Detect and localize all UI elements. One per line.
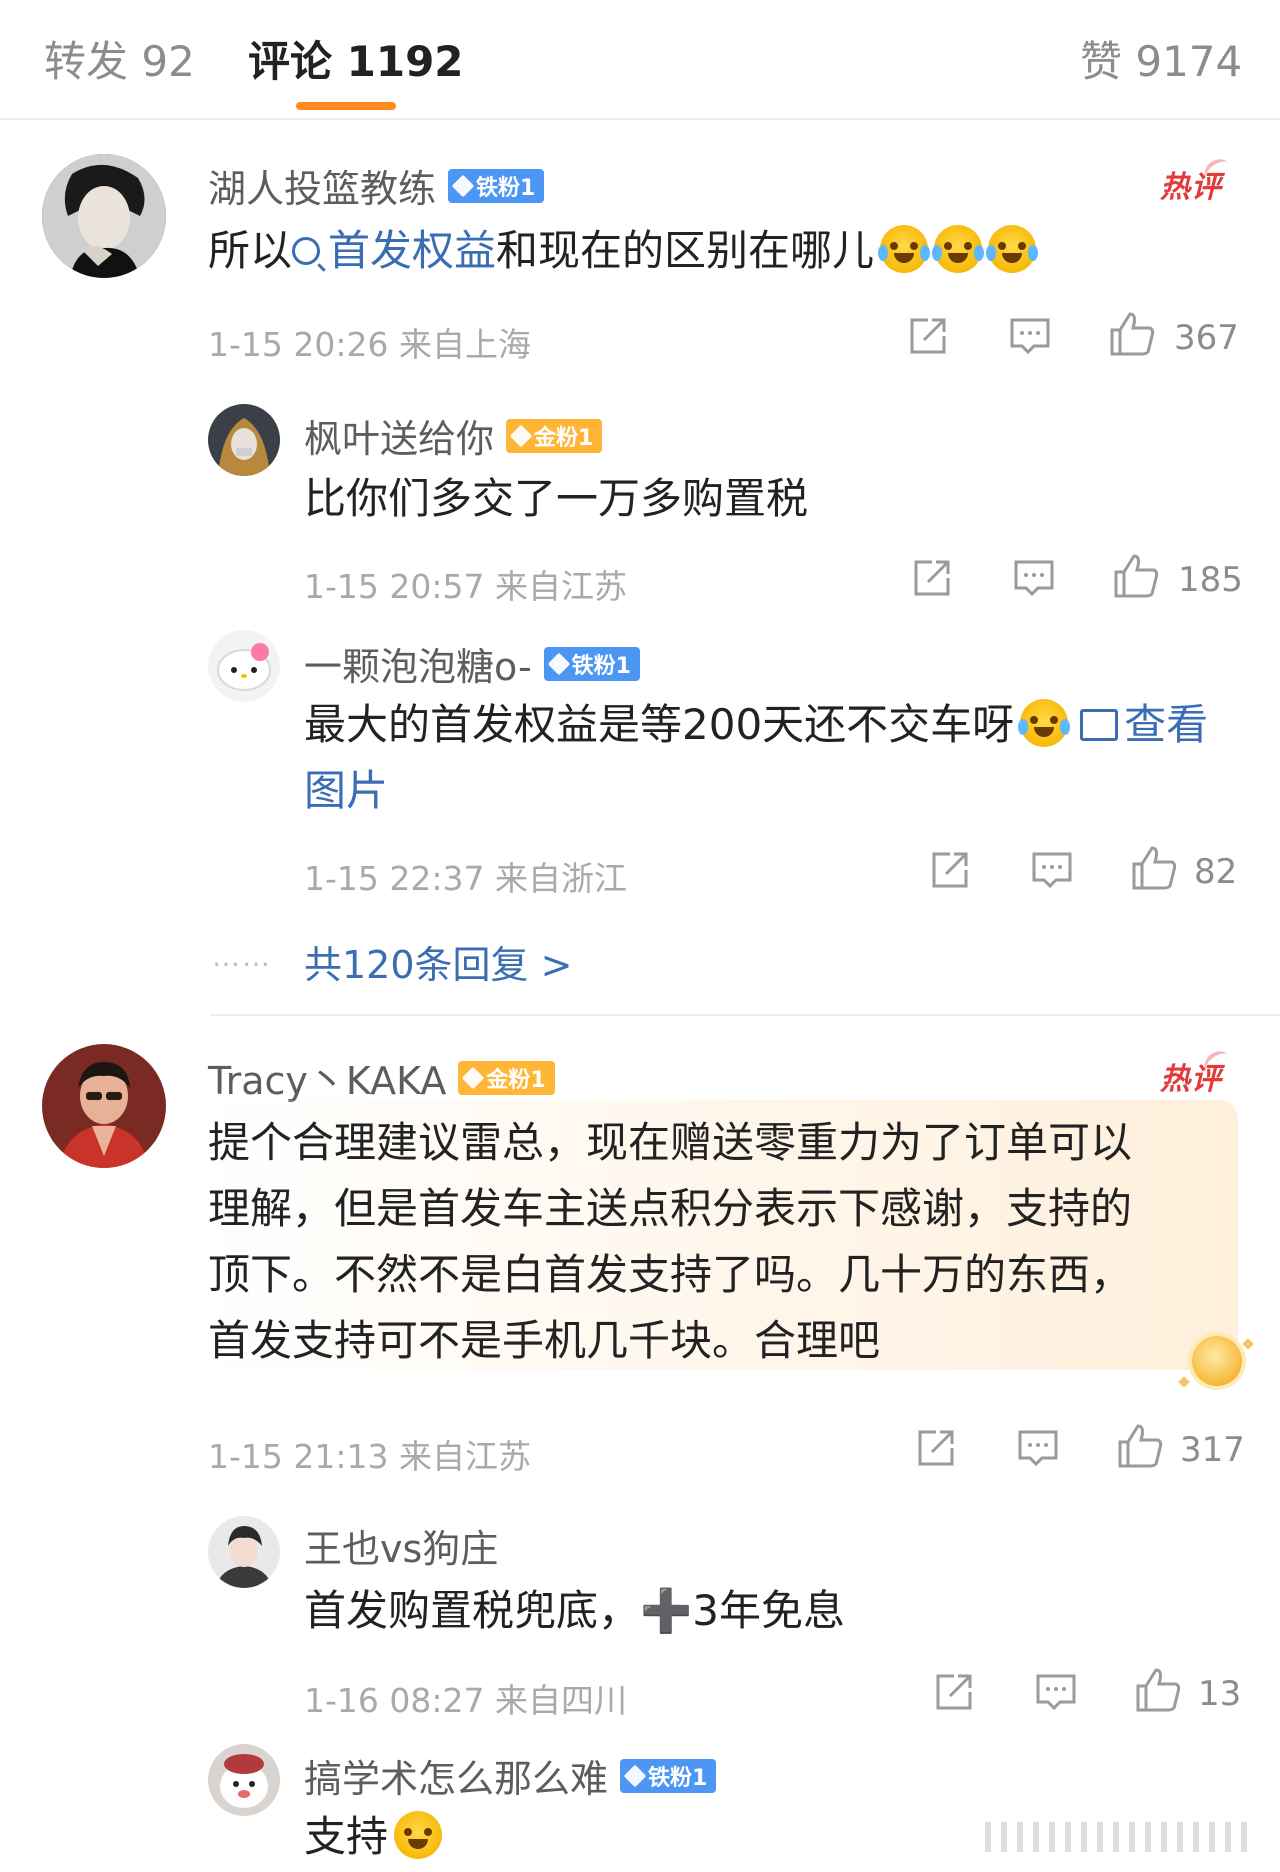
comment-text-line: 首发支持可不是手机几千块。合理吧 — [208, 1316, 881, 1365]
avatar[interactable] — [208, 404, 280, 476]
crying-emoji-icon — [1018, 699, 1071, 747]
like-thumb-icon[interactable] — [1116, 1422, 1164, 1470]
share-icon[interactable] — [932, 1670, 976, 1714]
username-text[interactable]: 湖人投篮教练 — [208, 158, 436, 213]
laughing-crying-emoji-icon — [932, 225, 985, 273]
comment-text: 提个合理建议雷总，现在赠送零重力为了订单可以 理解，但是首发车主送点积分表示下感… — [208, 1110, 1248, 1374]
comment-text: 所以 首发权益和现在的区别在哪儿 — [208, 218, 1248, 284]
avatar[interactable] — [208, 630, 280, 702]
laughing-crying-emoji-icon — [878, 225, 931, 273]
comment-text-part: 所以 — [208, 226, 293, 275]
share-icon[interactable] — [914, 1426, 958, 1470]
reply-actions: 82 — [928, 846, 1244, 896]
share-icon[interactable] — [928, 848, 972, 892]
reply-text-part: 支持 — [304, 1812, 389, 1861]
comment-username[interactable]: Tracy丶KAKA 金粉1 — [208, 1050, 555, 1105]
reply-icon[interactable] — [1016, 1426, 1060, 1470]
surprised-emoji-icon — [394, 1811, 443, 1859]
diamond-icon — [509, 424, 533, 447]
username-text[interactable]: 枫叶送给你 — [304, 408, 494, 463]
comment-tabs: 转发 92 评论 1192 赞 9174 — [0, 0, 1280, 120]
share-icon[interactable] — [910, 556, 954, 600]
diamond-icon — [623, 1764, 647, 1787]
search-icon — [292, 237, 321, 265]
comment-text-line: 顶下。不然不是白首发支持了吗。几十万的东西， — [208, 1250, 1133, 1299]
view-all-replies-link[interactable]: 共120条回复 > — [304, 934, 572, 989]
reply-actions: 13 — [932, 1668, 1244, 1718]
fan-badge: 铁粉1 — [620, 1758, 717, 1793]
fan-badge: 金粉1 — [458, 1060, 555, 1095]
hot-comment-label: 热评 — [1160, 1062, 1222, 1097]
more-replies-dots: …… — [212, 940, 272, 973]
comment-text-line: 理解，但是首发车主送点积分表示下感谢，支持的 — [208, 1184, 1133, 1233]
reply-meta: 1-16 08:27 来自四川 — [304, 1681, 627, 1720]
reply-text: 比你们多交了一万多购置税 — [304, 474, 809, 523]
comment-text-part: 和现在的区别在哪儿 — [496, 226, 875, 275]
reply-icon[interactable] — [1008, 314, 1052, 358]
diamond-icon — [547, 652, 570, 675]
like-thumb-icon[interactable] — [1134, 1666, 1182, 1714]
avatar[interactable] — [42, 1044, 166, 1168]
image-icon — [1080, 709, 1119, 741]
fan-badge: 铁粉1 — [448, 168, 545, 203]
avatar[interactable] — [208, 1516, 280, 1588]
comment-actions: 367 — [906, 312, 1240, 362]
tab-likes[interactable]: 赞 9174 — [1080, 28, 1242, 89]
badge-label: 金粉1 — [486, 1067, 546, 1093]
badge-label: 金粉1 — [534, 425, 594, 451]
fan-badge: 金粉1 — [506, 418, 603, 453]
share-icon[interactable] — [906, 314, 950, 358]
active-tab-indicator — [296, 102, 396, 110]
username-text[interactable]: Tracy丶KAKA — [208, 1050, 446, 1105]
like-count: 317 — [1180, 1430, 1245, 1470]
reply-text-part: 最大的首发权益是等200天还不交车呀 — [304, 700, 1015, 749]
reply-icon[interactable] — [1012, 556, 1056, 600]
avatar[interactable] — [42, 154, 166, 278]
fan-badge: 铁粉1 — [543, 646, 640, 681]
reply-username[interactable]: 王也vs狗庄 — [304, 1518, 498, 1573]
avatar[interactable] — [208, 1744, 280, 1816]
topic-link[interactable]: 首发权益 — [292, 226, 496, 275]
sparkle-icon — [1178, 1376, 1190, 1388]
topic-text[interactable]: 首发权益 — [328, 226, 496, 275]
reply-icon[interactable] — [1034, 1670, 1078, 1714]
comment-divider — [210, 1014, 1280, 1016]
comment-meta: 1-15 20:26 来自上海 — [208, 325, 531, 364]
reply-text: 首发购置税兜底，➕3年免息 — [304, 1586, 846, 1635]
like-count: 185 — [1178, 560, 1243, 600]
like-thumb-icon[interactable] — [1130, 844, 1178, 892]
like-count: 82 — [1194, 852, 1238, 892]
reply-icon[interactable] — [1030, 848, 1074, 892]
reply-username[interactable]: 一颗泡泡糖o- 铁粉1 — [304, 636, 640, 691]
reply-meta: 1-15 20:57 来自江苏 — [304, 567, 627, 606]
tab-comments[interactable]: 评论 1192 — [248, 28, 464, 89]
username-text[interactable]: 一颗泡泡糖o- — [304, 636, 532, 691]
laughing-crying-emoji-icon — [986, 225, 1039, 273]
reply-actions: 185 — [910, 554, 1244, 604]
username-text[interactable]: 搞学术怎么那么难 — [304, 1748, 608, 1803]
reply-username[interactable]: 搞学术怎么那么难 铁粉1 — [304, 1748, 717, 1803]
badge-label: 铁粉1 — [476, 175, 536, 201]
reply-text: 最大的首发权益是等200天还不交车呀 查看图片 — [304, 692, 1244, 824]
like-count: 367 — [1174, 318, 1239, 358]
comment-text-line: 提个合理建议雷总，现在赠送零重力为了订单可以 — [208, 1118, 1133, 1167]
reply-text: 支持 — [304, 1804, 443, 1870]
like-thumb-icon[interactable] — [1108, 310, 1156, 358]
badge-label: 铁粉1 — [571, 653, 631, 679]
tab-repost[interactable]: 转发 92 — [44, 28, 195, 89]
reply-meta: 1-15 22:37 来自浙江 — [304, 859, 627, 898]
reply-username[interactable]: 枫叶送给你 金粉1 — [304, 408, 603, 463]
badge-label: 铁粉1 — [648, 1765, 708, 1791]
diamond-icon — [451, 174, 475, 197]
hot-comment-label: 热评 — [1160, 170, 1222, 205]
scroll-indicator — [985, 1822, 1255, 1852]
like-count: 13 — [1198, 1674, 1242, 1714]
comment-username[interactable]: 湖人投篮教练 铁粉1 — [208, 158, 545, 213]
comment-actions: 317 — [914, 1424, 1245, 1474]
fan-medal-icon — [1192, 1336, 1242, 1386]
diamond-icon — [462, 1066, 485, 1089]
username-text[interactable]: 王也vs狗庄 — [304, 1518, 498, 1573]
comment-meta: 1-15 21:13 来自江苏 — [208, 1437, 531, 1476]
like-thumb-icon[interactable] — [1112, 552, 1160, 600]
